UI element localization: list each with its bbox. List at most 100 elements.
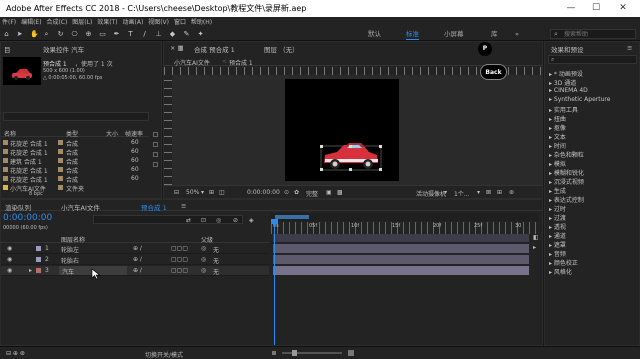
layer-name[interactable]: 轮胎左 [61,245,79,254]
overlay-p-badge[interactable]: P [478,42,492,56]
pan-behind-tool-icon[interactable]: ⊕ [85,30,92,38]
layer-track-bar[interactable] [273,266,529,275]
layer-switches-toggle-icon[interactable]: ⊟ ⊕ ⊛ [6,350,25,357]
effects-search-input[interactable]: ⌕ [548,55,637,64]
transparency-icon[interactable]: ▩ [337,189,343,196]
menu-window[interactable]: 窗口 [174,19,186,26]
col-size[interactable]: 大小 [106,129,118,138]
menu-animation[interactable]: 动画(A) [123,19,144,26]
col-parent[interactable]: 父级 [201,235,213,244]
list-item[interactable]: ▸ * 动画预设 [549,69,583,78]
list-item[interactable]: ▸ 遮罩 [549,240,566,249]
flowchart-icon[interactable]: ⊛ [509,189,514,196]
expand-icon[interactable]: ▸ [533,244,536,251]
home-icon[interactable]: ⌂ [3,30,10,38]
layer-switches-icon[interactable]: ▢▢▢ [171,245,188,252]
menu-effect[interactable]: 效果(T) [97,19,117,26]
comp-flowchart-icon[interactable]: ⇄ [186,217,191,224]
zoom-dropdown[interactable]: 50% [186,189,199,196]
tab-precomp-1[interactable]: 预合成 1 [141,202,167,212]
layer-track-bar[interactable] [273,244,529,253]
list-item[interactable]: ▸ Synthetic Aperture [549,96,610,103]
comp-tab-close-icon[interactable]: × ▦ [170,44,184,52]
label-color-swatch[interactable] [36,246,41,251]
layer-switches-icon[interactable]: ⊕ ∕ [133,256,142,263]
resolution-dropdown[interactable]: 完整 [306,189,318,198]
parent-pickwhip-icon[interactable]: ◎ [201,267,206,274]
workspace-standard[interactable]: 标准 [406,30,419,40]
tab-layer[interactable]: 图层 （无） [264,44,299,54]
col-type[interactable]: 类型 [66,129,78,138]
workspace-default[interactable]: 默认 [368,30,381,39]
views-dropdown[interactable]: 1个... [454,189,470,198]
breadcrumb-parent[interactable]: 小汽车AI文件 [174,58,210,67]
list-item[interactable]: ▸ 抠像 [549,123,566,132]
label-swatch[interactable] [58,140,63,145]
list-item[interactable]: ▸ 音频 [549,249,566,258]
list-item[interactable]: ▸ 模糊和锐化 [549,168,584,177]
roto-tool-icon[interactable]: ✎ [183,30,190,38]
zoom-slider-thumb[interactable] [292,350,297,356]
graph-editor-icon[interactable]: ⊘ [233,217,238,224]
tab-project[interactable]: 目 [4,44,11,54]
parent-dropdown[interactable]: 无 [213,245,219,254]
workspace-small-screen[interactable]: 小屏幕 [444,30,464,39]
list-item[interactable]: 建筑 合成 1 合成 60 [1,156,149,166]
parent-pickwhip-icon[interactable]: ◎ [201,245,206,252]
menu-layer[interactable]: 图层(L) [72,19,92,26]
list-item[interactable]: ▸ 颜色校正 [549,258,578,267]
menu-composition[interactable]: 合成(C) [46,19,67,26]
comp-marker-icon[interactable]: ◧ [533,234,539,241]
workspace-overflow-icon[interactable]: » [515,30,519,39]
draft-3d-icon[interactable]: ⊡ [201,217,206,224]
panel-menu-icon[interactable]: ≡ [181,202,186,210]
label-swatch[interactable] [58,167,63,172]
selection-tool-icon[interactable]: ➤ [16,30,23,38]
composition-viewer[interactable] [172,75,542,185]
region-icon[interactable]: ▣ [326,189,332,196]
list-item[interactable]: ▸ 文本 [549,132,566,141]
rectangle-tool-icon[interactable]: ▭ [99,30,106,38]
project-search-input[interactable] [3,112,149,121]
zoom-in-icon[interactable] [348,350,354,356]
work-area-range[interactable] [275,215,309,219]
menu-file[interactable]: 件(F) [2,19,16,26]
label-color-swatch[interactable] [36,257,41,262]
list-item[interactable]: ▸ 透视 [549,222,566,231]
bit-depth[interactable]: 8 bpc [29,191,43,197]
list-item[interactable]: ▸ 沉浸式视频 [549,177,584,186]
minimize-button[interactable]: — [560,0,582,17]
tab-composition[interactable]: 合成 预合成 1 [194,44,235,54]
table-row[interactable]: ◉ ▸ 3 汽车 ⊕ ∕ ▢▢▢ ◎ 无 [1,266,269,276]
maximize-button[interactable]: ☐ [585,0,607,17]
list-item[interactable]: ▸ CINEMA 4D [549,87,588,94]
list-item[interactable]: ▸ 模拟 [549,159,566,168]
close-button[interactable]: ✕ [612,0,634,17]
parent-dropdown[interactable]: 无 [213,267,219,276]
table-row[interactable]: ◉ 1 轮胎左 ⊕ ∕ ▢▢▢ ◎ 无 [1,244,269,254]
visibility-icon[interactable]: ◉ [7,256,12,263]
camera-tool-icon[interactable]: ⎔ [71,30,78,38]
frame-blend-icon[interactable]: ◈ [249,217,254,224]
clone-tool-icon[interactable]: ⊥ [155,30,162,38]
list-item[interactable]: ▸ 通道 [549,231,566,240]
effects-panel-title[interactable]: 效果和预设 [551,44,584,54]
tab-comp-car-ai[interactable]: 小汽车AI文件 [61,202,100,212]
workspace-library[interactable]: 库 [491,30,498,39]
table-row[interactable]: ◉ 2 轮胎右 ⊕ ∕ ▢▢▢ ◎ 无 [1,255,269,265]
col-fps[interactable]: 帧速率 [125,129,143,138]
menu-view[interactable]: 视图(V) [148,19,169,26]
list-item[interactable]: 花旋逆 合成 1 合成 60 [1,138,149,148]
parent-dropdown[interactable]: 无 [213,256,219,265]
list-item[interactable]: ▸ 过时 [549,204,566,213]
list-item[interactable]: ▸ 过渡 [549,213,566,222]
list-item[interactable]: ▸ 扭曲 [549,114,566,123]
color-icon[interactable]: ✿ [294,189,299,196]
tab-effect-controls[interactable]: 效果控件 汽车 [43,44,84,54]
label-swatch[interactable] [58,176,63,181]
rotate-tool-icon[interactable]: ↻ [57,30,64,38]
col-name[interactable]: 名称 [4,129,16,138]
expand-arrow-icon[interactable]: ▸ [29,267,32,274]
breadcrumb-current[interactable]: 预合成 1 [229,58,253,67]
motion-blur-icon[interactable]: ◎ [216,217,221,224]
